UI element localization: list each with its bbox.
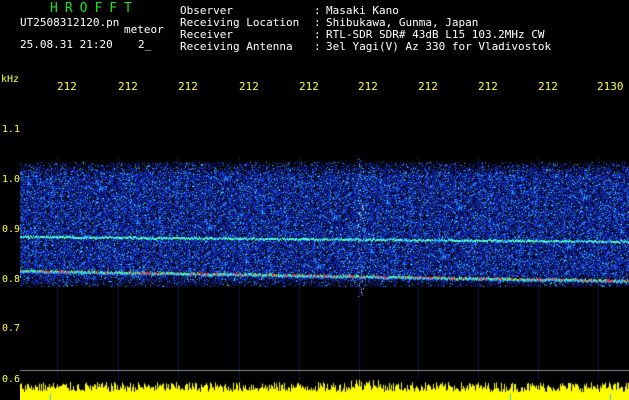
x-tick-label: 212 (299, 80, 319, 93)
meteor-label: meteor (124, 23, 164, 36)
y-tick-label: 0.9 (2, 224, 21, 235)
x-tick-label: 212 (418, 80, 438, 93)
info-label: Receiving Antenna (180, 40, 293, 53)
x-tick-label: 212 (358, 80, 378, 93)
date-time: 25.08.31 21:20 (20, 38, 113, 51)
info-antenna: Receiving Antenna:3el Yagi(V) Az 330 for… (180, 41, 551, 53)
info-separator: : (314, 40, 321, 53)
detection-count: 2_ (138, 38, 152, 51)
spectrogram-canvas (20, 97, 629, 400)
y-tick-label: 0.8 (2, 274, 21, 285)
y-tick-label: 1.0 (2, 174, 21, 185)
file-name: UT2508312120.pn (20, 16, 120, 29)
info-value: 3el Yagi(V) Az 330 for Vladivostok (326, 40, 552, 53)
app-title: HROFFT (50, 1, 139, 16)
y-tick-label: 0.7 (2, 323, 21, 334)
x-tick-label: 212 (478, 80, 498, 93)
y-tick-label: 1.1 (2, 124, 21, 135)
x-tick-label: 212 (538, 80, 558, 93)
x-tick-label: 212 (118, 80, 138, 93)
frequency-unit-label: kHz (1, 74, 20, 85)
y-tick-label: 0.6 (2, 374, 21, 385)
x-tick-label: 2130 (597, 80, 624, 93)
x-tick-label: 212 (178, 80, 198, 93)
x-tick-label: 212 (57, 80, 77, 93)
x-tick-label: 212 (239, 80, 259, 93)
